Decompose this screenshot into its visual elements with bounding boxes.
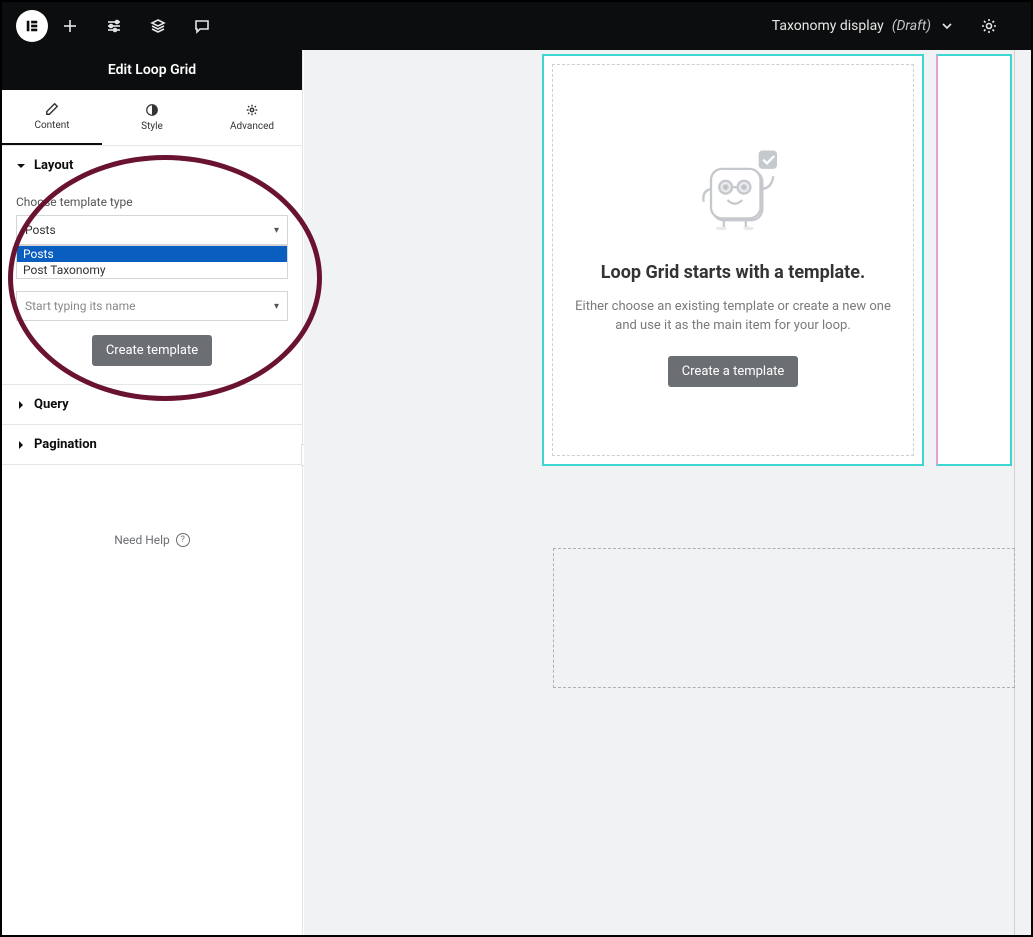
tab-advanced-label: Advanced	[230, 121, 274, 132]
caret-right-icon	[16, 440, 26, 450]
page-title-text: Taxonomy display	[772, 18, 884, 34]
panel-title: Edit Loop Grid	[2, 50, 302, 90]
loop-create-template-button[interactable]: Create a template	[668, 356, 799, 387]
top-bar: Taxonomy display (Draft)	[2, 2, 1031, 50]
sliders-icon	[106, 18, 122, 34]
need-help-link[interactable]: Need Help ?	[2, 533, 302, 547]
need-help-label: Need Help	[114, 533, 170, 547]
template-type-label: Choose template type	[16, 195, 288, 209]
contrast-icon	[145, 103, 159, 117]
tab-advanced[interactable]: Advanced	[202, 90, 302, 145]
tab-content-label: Content	[34, 120, 69, 131]
loop-description: Either choose an existing template or cr…	[573, 297, 893, 336]
section-pagination-label: Pagination	[34, 437, 97, 452]
caret-right-icon	[16, 400, 26, 410]
help-icon: ?	[176, 533, 190, 547]
template-type-value: Posts	[25, 223, 56, 237]
notes-button[interactable]	[180, 2, 224, 50]
chevron-down-icon	[939, 18, 955, 34]
chat-icon	[194, 18, 210, 34]
section-layout-label: Layout	[34, 158, 73, 173]
caret-down-icon: ▾	[274, 301, 279, 312]
document-title[interactable]: Taxonomy display (Draft)	[772, 18, 955, 34]
layers-icon	[150, 18, 166, 34]
gear-icon	[245, 103, 259, 117]
page-status-draft: (Draft)	[892, 18, 931, 34]
template-type-select[interactable]: Posts ▾ Posts Post Taxonomy	[16, 215, 288, 245]
tab-style-label: Style	[141, 121, 163, 132]
create-template-button[interactable]: Create template	[92, 335, 212, 366]
tab-content[interactable]: Content	[2, 90, 102, 145]
loop-heading: Loop Grid starts with a template.	[601, 262, 865, 283]
panel-tabs: Content Style Advanced	[2, 90, 302, 146]
template-name-input[interactable]: Start typing its name ▾	[16, 291, 288, 321]
template-name-placeholder: Start typing its name	[25, 299, 136, 313]
template-type-dropdown: Posts Post Taxonomy	[16, 245, 288, 279]
page-settings-button[interactable]	[967, 2, 1011, 50]
loop-grid-widget[interactable]: Loop Grid starts with a template. Either…	[542, 54, 924, 466]
loop-grid-widget-next[interactable]	[936, 54, 1012, 466]
editor-sidebar: Edit Loop Grid Content Style Advanced La…	[2, 50, 303, 935]
editor-canvas: Loop Grid starts with a template. Either…	[304, 50, 1031, 935]
gear-icon	[981, 18, 997, 34]
plus-icon	[62, 18, 78, 34]
caret-down-icon: ▾	[274, 225, 279, 236]
add-button[interactable]	[48, 2, 92, 50]
section-query-label: Query	[34, 397, 69, 412]
section-layout-body: Choose template type Posts ▾ Posts Post …	[2, 195, 302, 385]
caret-down-icon	[16, 161, 26, 171]
dropdown-option-post-taxonomy[interactable]: Post Taxonomy	[17, 262, 287, 278]
section-layout[interactable]: Layout	[2, 146, 302, 185]
elementor-logo[interactable]	[16, 10, 48, 42]
tab-style[interactable]: Style	[102, 90, 202, 145]
elementor-logo-icon	[25, 19, 39, 33]
structure-button[interactable]	[136, 2, 180, 50]
dropdown-option-posts[interactable]: Posts	[17, 246, 287, 262]
loop-empty-state: Loop Grid starts with a template. Either…	[552, 64, 914, 456]
section-query[interactable]: Query	[2, 385, 302, 425]
site-settings-button[interactable]	[92, 2, 136, 50]
template-mascot-icon	[678, 134, 788, 244]
section-pagination[interactable]: Pagination	[2, 425, 302, 465]
empty-section[interactable]	[553, 548, 1015, 688]
pencil-icon	[45, 102, 59, 116]
